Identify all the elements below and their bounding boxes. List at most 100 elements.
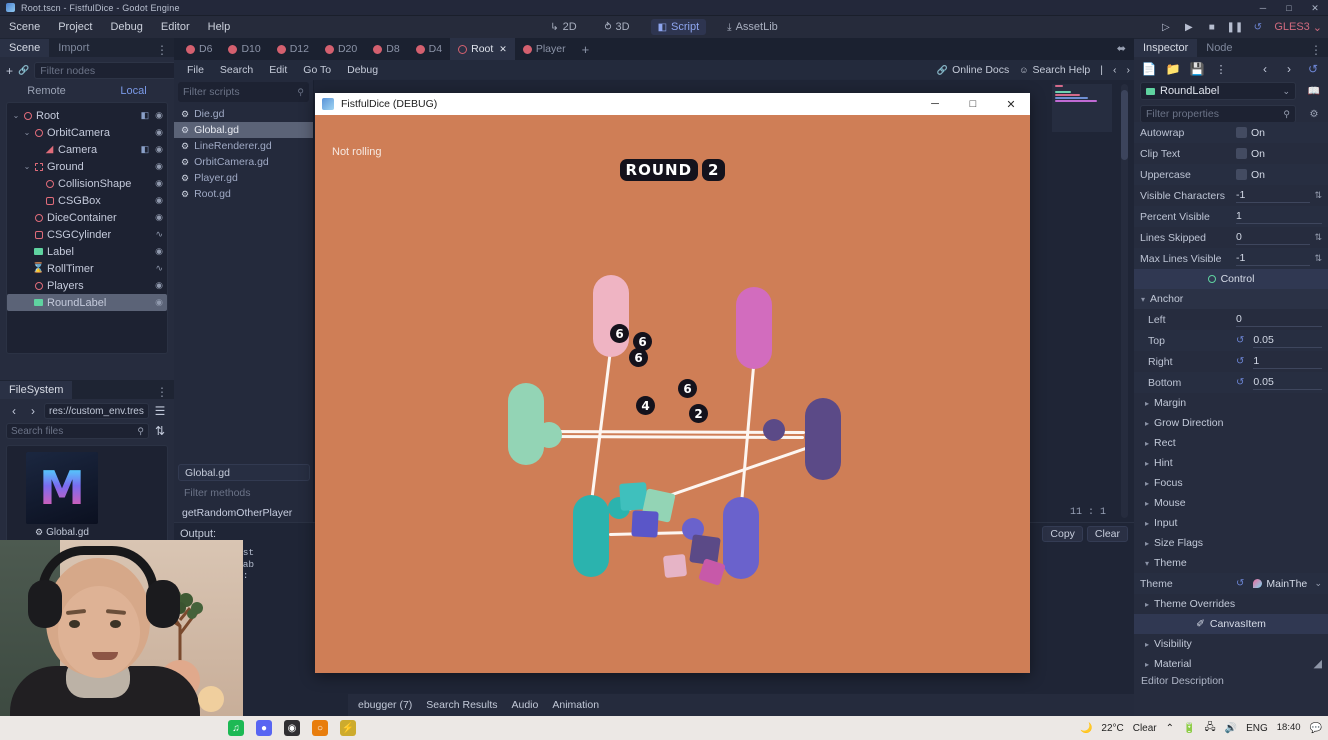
property-value[interactable]: ↺ 0.05 — [1236, 376, 1328, 390]
die-pink[interactable] — [662, 553, 688, 579]
inspector-nav-forward-icon[interactable]: › — [1281, 61, 1297, 77]
bottom-tab-audio[interactable]: Audio — [512, 699, 539, 711]
current-path[interactable]: res://custom_env.tres — [44, 403, 149, 419]
property-row-uppercase[interactable]: Uppercase On — [1134, 164, 1328, 185]
filter-properties-box[interactable]: Filter properties ⚲ — [1140, 105, 1296, 123]
clear-button[interactable]: Clear — [1086, 526, 1128, 542]
number-field[interactable]: 1 — [1253, 355, 1322, 369]
scene-tree-item-rolltimer[interactable]: ⌛ RollTimer ∿ — [7, 260, 167, 277]
visibility-icon[interactable]: ◉ — [155, 161, 163, 172]
script-tab-d20[interactable]: D20 — [317, 38, 365, 60]
new-script-tab-button[interactable]: + — [574, 38, 598, 60]
tab-import[interactable]: Import — [49, 39, 98, 57]
visibility-icon[interactable]: ◉ — [155, 144, 163, 155]
mode-script[interactable]: ◧ Script — [650, 19, 707, 35]
revert-icon[interactable]: ↺ — [1236, 377, 1244, 388]
script-menu-file[interactable]: File — [180, 62, 211, 78]
filter-scripts-box[interactable]: Filter scripts ⚲ — [178, 82, 309, 102]
visibility-icon[interactable]: ◉ — [155, 127, 163, 138]
property-row-theme[interactable]: Theme ↺ MainThe ⌄ — [1134, 573, 1328, 594]
property-value[interactable]: On — [1236, 127, 1328, 139]
property-value[interactable]: ↺ 0.05 — [1236, 334, 1328, 348]
visibility-icon[interactable]: ◉ — [155, 195, 163, 206]
group-input[interactable]: ▸ Input — [1134, 513, 1328, 533]
godot-icon[interactable]: ⚡ — [340, 720, 356, 736]
group-mouse[interactable]: ▸ Mouse — [1134, 493, 1328, 513]
script-menu-search[interactable]: Search — [213, 62, 260, 78]
menu-scene[interactable]: Scene — [0, 18, 49, 36]
bottom-tab-searchresults[interactable]: Search Results — [426, 699, 497, 711]
sliders-icon[interactable]: ⚙ — [1306, 106, 1322, 122]
checkbox[interactable] — [1236, 169, 1247, 180]
die-indigo[interactable] — [631, 510, 659, 538]
group-anchor[interactable]: ▾ Anchor — [1134, 289, 1328, 309]
checkbox[interactable] — [1236, 127, 1247, 138]
script-tab-d6[interactable]: D6 — [178, 38, 220, 60]
group-focus[interactable]: ▸ Focus — [1134, 473, 1328, 493]
player-teal[interactable] — [573, 495, 609, 577]
tree-expander-icon[interactable]: ⌄ — [22, 128, 32, 137]
scene-tree-item-label[interactable]: Label ◉ — [7, 243, 167, 260]
group-visibility[interactable]: ▸ Visibility — [1134, 634, 1328, 654]
bottom-tab-ebugger[interactable]: ebugger (7) — [358, 699, 412, 711]
sort-icon[interactable]: ⇅ — [152, 423, 168, 439]
number-field[interactable]: -1 — [1236, 252, 1311, 266]
script-file-die-gd[interactable]: ⚙ Die.gd — [174, 106, 313, 122]
visibility-icon[interactable]: ◉ — [155, 246, 163, 257]
revert-icon[interactable]: ↺ — [1236, 335, 1244, 346]
tab-node[interactable]: Node — [1197, 39, 1241, 57]
mode-assetlib[interactable]: ⤓ AssetLib — [720, 19, 785, 35]
search-files-box[interactable]: Search files ⚲ — [6, 423, 149, 439]
new-resource-icon[interactable]: 📄 — [1141, 61, 1157, 77]
property-row-lines-skipped[interactable]: Lines Skipped 0 ⇅ — [1134, 227, 1328, 248]
instance-child-icon[interactable]: 🔗 — [18, 63, 29, 79]
tab-scene[interactable]: Scene — [0, 39, 50, 57]
clock[interactable]: 18:40 — [1277, 723, 1301, 733]
reload-button[interactable]: ↺ — [1251, 21, 1264, 34]
property-value[interactable]: ↺ 1 — [1236, 355, 1328, 369]
scene-tree[interactable]: ⌄ Root ◧ ◉ ⌄ OrbitCamera ◉ ◢ Camera ◧ ◉ ⌄ Ground ◉ Col… — [6, 102, 168, 354]
player-darkpurple[interactable] — [805, 398, 841, 480]
network-icon[interactable]: 🖧 — [1204, 720, 1215, 737]
group-material[interactable]: ▸ Material — [1134, 654, 1328, 672]
game-minimize-button[interactable]: ─ — [916, 93, 954, 115]
scene-tree-item-players[interactable]: Players ◉ — [7, 277, 167, 294]
close-icon[interactable]: ✕ — [499, 44, 507, 55]
property-row-clip-text[interactable]: Clip Text On — [1134, 143, 1328, 164]
scene-tree-item-ground[interactable]: ⌄ Ground ◉ — [7, 158, 167, 175]
property-row-anchor-right[interactable]: Right ↺ 1 — [1134, 351, 1328, 372]
play-custom-scene-button[interactable]: ▷ — [1159, 21, 1172, 34]
visibility-icon[interactable]: ◉ — [155, 212, 163, 223]
script-menu-edit[interactable]: Edit — [262, 62, 294, 78]
script-tab-root[interactable]: Root ✕ — [450, 38, 515, 60]
filter-nodes-box[interactable]: ⚲ — [34, 62, 192, 79]
file-thumbnail[interactable]: M — [26, 452, 98, 524]
property-row-visible-characters[interactable]: Visible Characters -1 ⇅ — [1134, 185, 1328, 206]
history-icon[interactable]: ↺ — [1305, 61, 1321, 77]
group-size-flags[interactable]: ▸ Size Flags — [1134, 533, 1328, 553]
open-resource-icon[interactable]: 📁 — [1165, 61, 1181, 77]
stop-button[interactable]: ■ — [1205, 21, 1218, 34]
player-pink[interactable] — [593, 275, 629, 357]
property-value[interactable]: -1 ⇅ — [1236, 252, 1328, 266]
script-file-orbitcamera-gd[interactable]: ⚙ OrbitCamera.gd — [174, 154, 313, 170]
split-mode-icon[interactable]: ☰ — [152, 403, 168, 419]
play-scene-button[interactable]: ▶ — [1182, 21, 1195, 34]
property-value[interactable]: 1 — [1236, 210, 1328, 224]
filter-nodes-input[interactable] — [40, 64, 176, 77]
number-field[interactable]: 0 — [1236, 231, 1311, 245]
filter-methods-box[interactable]: Filter methods — [178, 484, 310, 501]
player-mint[interactable] — [508, 383, 544, 465]
spotify-icon[interactable]: ♫ — [228, 720, 244, 736]
group-rect[interactable]: ▸ Rect — [1134, 433, 1328, 453]
script-file-global-gd[interactable]: ⚙ Global.gd — [174, 122, 313, 138]
copy-button[interactable]: Copy — [1042, 526, 1083, 542]
game-viewport[interactable]: Not rolling ROUND 2 666642 — [315, 115, 1030, 673]
signal-icon[interactable]: ∿ — [155, 263, 163, 274]
game-close-button[interactable]: ✕ — [992, 93, 1030, 115]
signal-icon[interactable]: ∿ — [155, 229, 163, 240]
scene-tree-item-csgbox[interactable]: CSGBox ◉ — [7, 192, 167, 209]
online-docs-button[interactable]: 🔗 Online Docs — [937, 64, 1009, 76]
script-nav-back-icon[interactable]: ‹ — [1113, 64, 1117, 76]
script-menu-go-to[interactable]: Go To — [296, 62, 338, 78]
